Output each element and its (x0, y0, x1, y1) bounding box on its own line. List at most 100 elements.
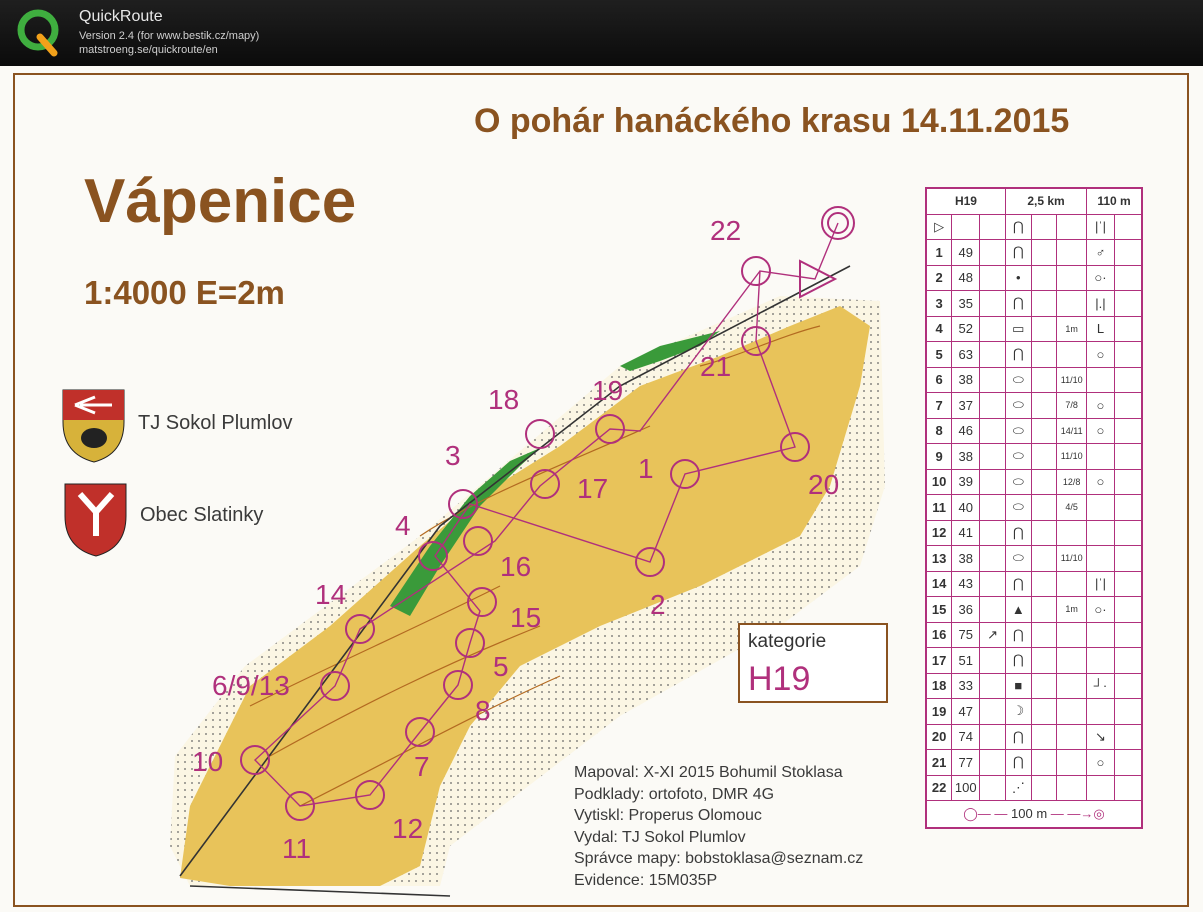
control-order: 18 (925, 672, 953, 699)
which-feature-icon (979, 341, 1006, 368)
table-cell (1030, 290, 1058, 317)
table-row: 15 36 ▲ 1m ○· (925, 596, 1143, 623)
table-cell (1113, 366, 1143, 393)
dimension-cell: 7/8 (1056, 392, 1088, 419)
dimension-cell (1056, 239, 1088, 266)
table-cell (1113, 392, 1143, 419)
table-cell (1113, 672, 1143, 699)
dimension-cell: 1m (1056, 315, 1088, 342)
feature-icon: ⬭ (1004, 366, 1032, 393)
which-feature-icon (979, 366, 1006, 393)
location-icon (1086, 698, 1115, 725)
svg-text:14: 14 (315, 579, 346, 610)
control-order: 8 (925, 417, 953, 444)
control-code: 39 (951, 468, 981, 495)
control-code: 48 (951, 264, 981, 291)
imprint-line: Správce mapy: bobstoklasa@seznam.cz (574, 850, 864, 868)
which-feature-icon (979, 774, 1006, 801)
table-cell (1113, 443, 1143, 470)
which-feature-icon (979, 596, 1006, 623)
control-order: 22 (925, 774, 953, 801)
control-order: 11 (925, 494, 953, 521)
location-icon: ○ (1086, 392, 1115, 419)
imprint-line: Vydal: TJ Sokol Plumlov (574, 828, 746, 846)
club-name-1: TJ Sokol Plumlov (138, 412, 293, 434)
table-row: 7 37 ⬭ 7/8 ○ (925, 392, 1143, 419)
location-icon: ♂ (1086, 239, 1115, 266)
control-code: 33 (951, 672, 981, 699)
table-cell (1113, 621, 1143, 648)
table-row: 10 39 ⬭ 12/8 ○ (925, 468, 1143, 495)
feature-icon: ⋂ (1004, 723, 1032, 750)
which-feature-icon (979, 443, 1006, 470)
control-code: 38 (951, 443, 981, 470)
table-cell (1113, 264, 1143, 291)
map-scale: 1:4000 E=2m (84, 274, 285, 311)
control-code: 75 (951, 621, 981, 648)
dimension-cell (1056, 774, 1088, 801)
table-row: 2 48 • ○· (925, 264, 1143, 291)
feature-icon: • (1004, 264, 1032, 291)
control-order: 17 (925, 647, 953, 674)
table-cell (1030, 443, 1058, 470)
feature-icon: ⋂ (1004, 239, 1032, 266)
control-order: 12 (925, 519, 953, 546)
control-code: 51 (951, 647, 981, 674)
control-code: 36 (951, 596, 981, 623)
feature-icon: ⋂ (1004, 290, 1032, 317)
finish-distance: 100 m (1011, 806, 1048, 821)
which-feature-icon (979, 392, 1006, 419)
table-cell (1030, 545, 1058, 572)
control-order: 4 (925, 315, 953, 342)
app-title: QuickRoute (79, 8, 163, 25)
imprint-line: Podklady: ortofoto, DMR 4G (574, 785, 775, 803)
area-name: Vápenice (84, 167, 356, 236)
location-icon (1086, 366, 1115, 393)
svg-text:2: 2 (650, 589, 666, 620)
dimension-cell (1056, 290, 1088, 317)
feature-icon: ■ (1004, 672, 1032, 699)
imprint-line: Evidence: 15M035P (574, 871, 718, 889)
control-description-table: H19 2,5 km 110 m ▷ ⋂ |ˈ| 1 49 ⋂ ♂ 2 48 • ○· 3 35 ⋂… (925, 187, 1143, 829)
feature-icon: ⬭ (1004, 417, 1032, 444)
location-icon (1086, 545, 1115, 572)
svg-text:11: 11 (282, 833, 311, 864)
svg-text:5: 5 (493, 651, 509, 682)
feature-icon: ▲ (1004, 596, 1032, 623)
table-row: 8 46 ⬭ 14/11 ○ (925, 417, 1143, 444)
table-cell (1030, 315, 1058, 342)
control-rows: 1 49 ⋂ ♂ 2 48 • ○· 3 35 ⋂ |.| 4 52 ▭ 1m L 5 63 ⋂ ○ 6 38 ⬭ 11/10 7… (925, 239, 1143, 801)
table-cell (1030, 621, 1058, 648)
which-feature-icon (979, 647, 1006, 674)
which-feature-icon (979, 545, 1006, 572)
which-feature-icon (979, 494, 1006, 521)
table-cell (1113, 698, 1143, 725)
table-cell (1113, 545, 1143, 572)
which-feature-icon (979, 468, 1006, 495)
table-cell (1030, 366, 1058, 393)
table-cell (1030, 239, 1058, 266)
table-cell (1030, 392, 1058, 419)
svg-text:21: 21 (700, 351, 731, 382)
dimension-cell (1056, 647, 1088, 674)
svg-text:20: 20 (808, 469, 839, 500)
feature-icon: ▭ (1004, 315, 1032, 342)
control-code: 38 (951, 545, 981, 572)
table-cell (1113, 468, 1143, 495)
feature-icon: ⬭ (1004, 545, 1032, 572)
table-cell (1113, 774, 1143, 801)
finish-double-circle-icon: — —→◎ (1050, 806, 1105, 821)
feature-icon: ⋂ (1004, 621, 1032, 648)
control-code: 35 (951, 290, 981, 317)
table-row: 12 41 ⋂ (925, 519, 1143, 546)
table-row: 22 100 ⋰ (925, 774, 1143, 801)
control-code: 49 (951, 239, 981, 266)
feature-icon: ⬭ (1004, 443, 1032, 470)
location-icon: ┘· (1086, 672, 1115, 699)
quickroute-logo-icon (17, 9, 59, 57)
which-feature-icon (979, 315, 1006, 342)
table-cell (1113, 315, 1143, 342)
which-feature-icon (979, 672, 1006, 699)
table-cell (1030, 774, 1058, 801)
table-cell (1113, 647, 1143, 674)
